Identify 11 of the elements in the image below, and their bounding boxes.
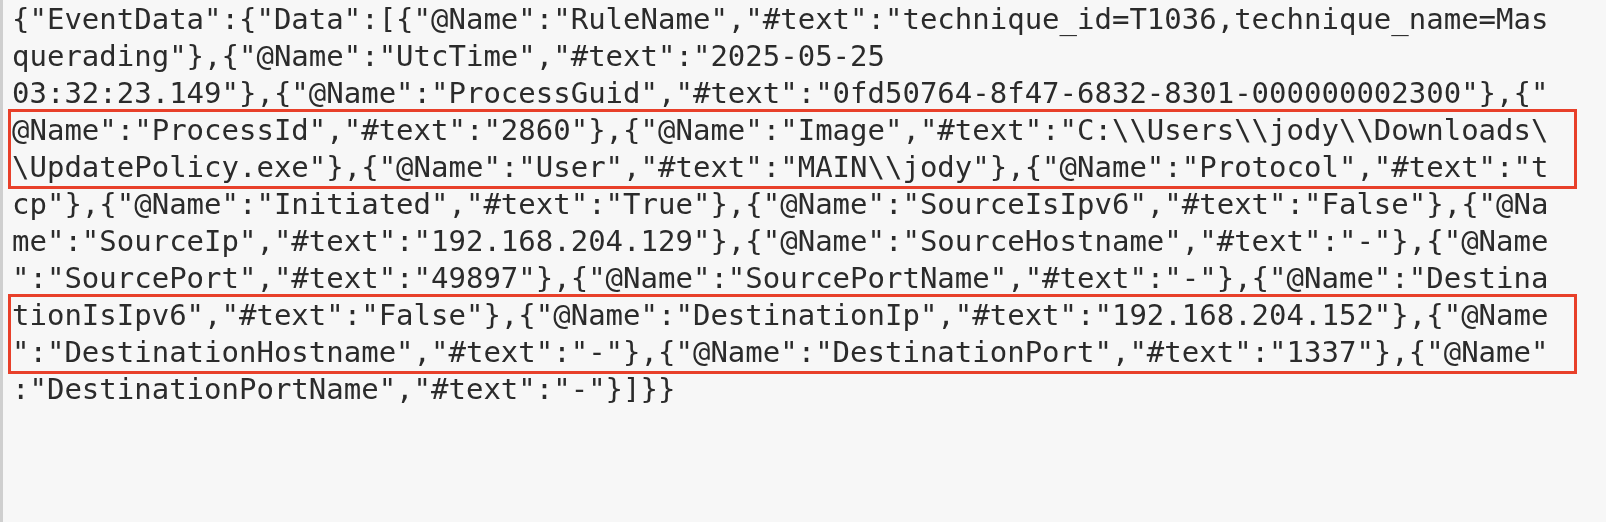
json-text-line: me":"SourceIp","#text":"192.168.204.129"},{"@Name":"SourceHostname","#text":"-"},{"@Name (12, 223, 1549, 260)
json-text-line: {"EventData":{"Data":[{"@Name":"RuleName","#text":"technique_id=T1036,technique_name=Mas (12, 1, 1549, 38)
json-text-line: ":"DestinationHostname","#text":"-"},{"@Name":"DestinationPort","#text":"1337"},{"@Name" (12, 334, 1549, 371)
json-text-line: tionIsIpv6","#text":"False"},{"@Name":"DestinationIp","#text":"192.168.204.152"},{"@Name (12, 297, 1549, 334)
json-text-line: :"DestinationPortName","#text":"-"}]}} (12, 371, 676, 408)
json-text-line: @Name":"ProcessId","#text":"2860"},{"@Name":"Image","#text":"C:\\Users\\jody\\Downloads\ (12, 112, 1549, 149)
json-text-line: 03:32:23.149"},{"@Name":"ProcessGuid","#text":"0fd50764-8f47-6832-8301-000000002300"},{" (12, 75, 1549, 112)
json-text-line: ":"SourcePort","#text":"49897"},{"@Name":"SourcePortName","#text":"-"},{"@Name":"Destina (12, 260, 1549, 297)
json-text-line: \UpdatePolicy.exe"},{"@Name":"User","#text":"MAIN\\jody"},{"@Name":"Protocol","#text":"t (12, 149, 1549, 186)
json-text-line: cp"},{"@Name":"Initiated","#text":"True"},{"@Name":"SourceIsIpv6","#text":"False"},{"@Na (12, 186, 1549, 223)
json-text-line: querading"},{"@Name":"UtcTime","#text":"2025-05-25 (12, 38, 885, 75)
